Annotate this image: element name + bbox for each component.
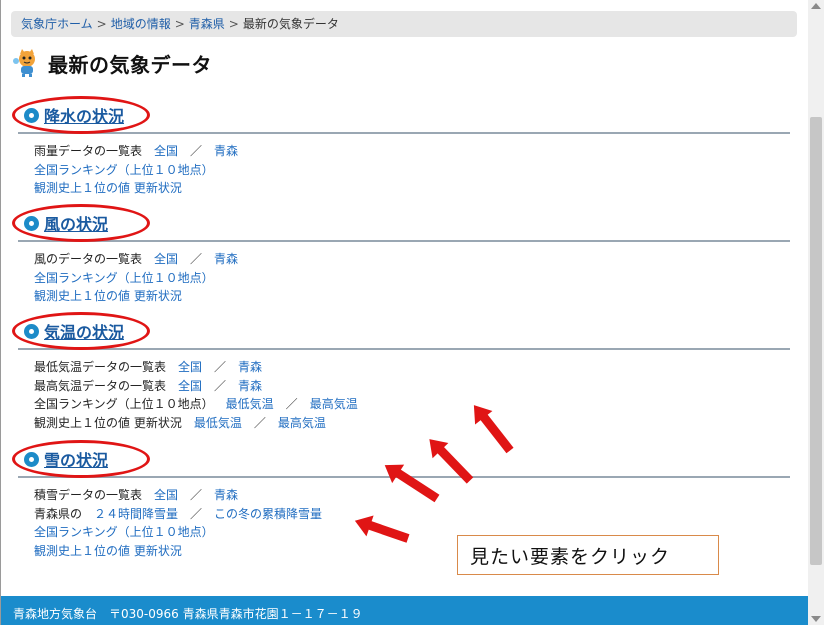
- breadcrumb-prefecture[interactable]: 青森県: [189, 17, 225, 31]
- section-temperature: 気温の状況 最低気温データの一覧表 全国／青森 最高気温データの一覧表 全国／青森 …: [12, 312, 790, 432]
- breadcrumb-home[interactable]: 気象庁ホーム: [21, 17, 93, 31]
- page-title-block: 最新の気象データ: [12, 48, 212, 78]
- scroll-thumb[interactable]: [810, 117, 822, 565]
- list-item: 雨量データの一覧表 全国／青森: [34, 144, 239, 158]
- link-nationwide[interactable]: 全国: [178, 360, 202, 374]
- scroll-up-icon[interactable]: [811, 3, 821, 9]
- section-title-temperature[interactable]: 気温の状況: [44, 319, 124, 343]
- link-nationwide[interactable]: 全国: [154, 488, 178, 502]
- breadcrumb-separator: >: [228, 17, 239, 31]
- list-item: 観測史上１位の値 更新状況: [34, 287, 790, 306]
- link-cumulative-snowfall[interactable]: この冬の累積降雪量: [214, 507, 322, 521]
- section-bullet-icon: [24, 452, 39, 467]
- section-title-wind[interactable]: 風の状況: [44, 211, 108, 235]
- link-max-temp[interactable]: 最高気温: [278, 416, 326, 430]
- footer: 青森地方気象台 〒030-0966 青森県青森市花園１－１７－１９: [1, 596, 808, 625]
- link-24h-snowfall[interactable]: ２４時間降雪量: [94, 507, 178, 521]
- link-aomori[interactable]: 青森: [238, 360, 262, 374]
- link-national-ranking[interactable]: 全国ランキング（上位１０地点）: [34, 525, 214, 539]
- link-nationwide[interactable]: 全国: [178, 379, 202, 393]
- section-title-snow[interactable]: 雪の状況: [44, 447, 108, 471]
- list-item: 積雪データの一覧表 全国／青森: [34, 488, 239, 502]
- breadcrumb-current: 最新の気象データ: [242, 17, 339, 31]
- section-bullet-icon: [24, 324, 39, 339]
- section-wind: 風の状況 風のデータの一覧表 全国／青森 全国ランキング（上位１０地点） 観測史上…: [12, 204, 790, 306]
- list-item: 全国ランキング（上位１０地点）: [34, 161, 790, 180]
- link-update-status[interactable]: 更新状況: [134, 181, 182, 195]
- breadcrumb-separator: >: [174, 17, 185, 31]
- link-nationwide[interactable]: 全国: [154, 144, 178, 158]
- link-update-status[interactable]: 更新状況: [134, 289, 182, 303]
- link-aomori[interactable]: 青森: [214, 144, 238, 158]
- link-national-ranking[interactable]: 全国ランキング（上位１０地点）: [34, 163, 214, 177]
- list-item: 全国ランキング（上位１０地点）: [34, 269, 790, 288]
- list-item: 全国ランキング（上位１０地点） 最低気温／最高気温: [34, 397, 358, 411]
- scroll-down-icon[interactable]: [811, 616, 821, 622]
- breadcrumb-separator: >: [96, 17, 107, 31]
- page-title: 最新の気象データ: [48, 52, 212, 77]
- link-record-value[interactable]: 観測史上１位の値: [34, 289, 130, 303]
- link-max-temp[interactable]: 最高気温: [310, 397, 358, 411]
- list-item: 風のデータの一覧表 全国／青森: [34, 252, 239, 266]
- link-min-temp[interactable]: 最低気温: [226, 397, 274, 411]
- list-item: 観測史上１位の値 更新状況 最低気温／最高気温: [34, 415, 326, 430]
- link-aomori[interactable]: 青森: [214, 252, 238, 266]
- callout-text: 見たい要素をクリック: [470, 545, 671, 568]
- list-item: 最低気温データの一覧表 全国／青森: [34, 360, 263, 374]
- mascot-icon: [12, 48, 42, 78]
- vertical-scrollbar[interactable]: [808, 0, 824, 625]
- list-item: 観測史上１位の値 更新状況: [34, 179, 790, 198]
- link-aomori[interactable]: 青森: [238, 379, 262, 393]
- link-nationwide[interactable]: 全国: [154, 252, 178, 266]
- link-national-ranking[interactable]: 全国ランキング（上位１０地点）: [34, 271, 214, 285]
- section-title-precipitation[interactable]: 降水の状況: [44, 103, 124, 127]
- link-update-status[interactable]: 更新状況: [134, 544, 182, 558]
- link-aomori[interactable]: 青森: [214, 488, 238, 502]
- link-record-value[interactable]: 観測史上１位の値: [34, 181, 130, 195]
- list-item: 青森県の ２４時間降雪量／この冬の累積降雪量: [34, 506, 323, 521]
- section-precipitation: 降水の状況 雨量データの一覧表 全国／青森 全国ランキング（上位１０地点） 観測史…: [12, 96, 790, 198]
- breadcrumb-region[interactable]: 地域の情報: [111, 17, 171, 31]
- section-bullet-icon: [24, 216, 39, 231]
- link-min-temp[interactable]: 最低気温: [194, 416, 242, 430]
- instruction-callout: 見たい要素をクリック: [457, 535, 719, 575]
- section-bullet-icon: [24, 108, 39, 123]
- breadcrumb: 気象庁ホーム > 地域の情報 > 青森県 > 最新の気象データ: [11, 11, 797, 37]
- list-item: 最高気温データの一覧表 全国／青森: [34, 378, 263, 393]
- link-record-value[interactable]: 観測史上１位の値: [34, 544, 130, 558]
- footer-address: 青森地方気象台 〒030-0966 青森県青森市花園１－１７－１９: [13, 607, 363, 621]
